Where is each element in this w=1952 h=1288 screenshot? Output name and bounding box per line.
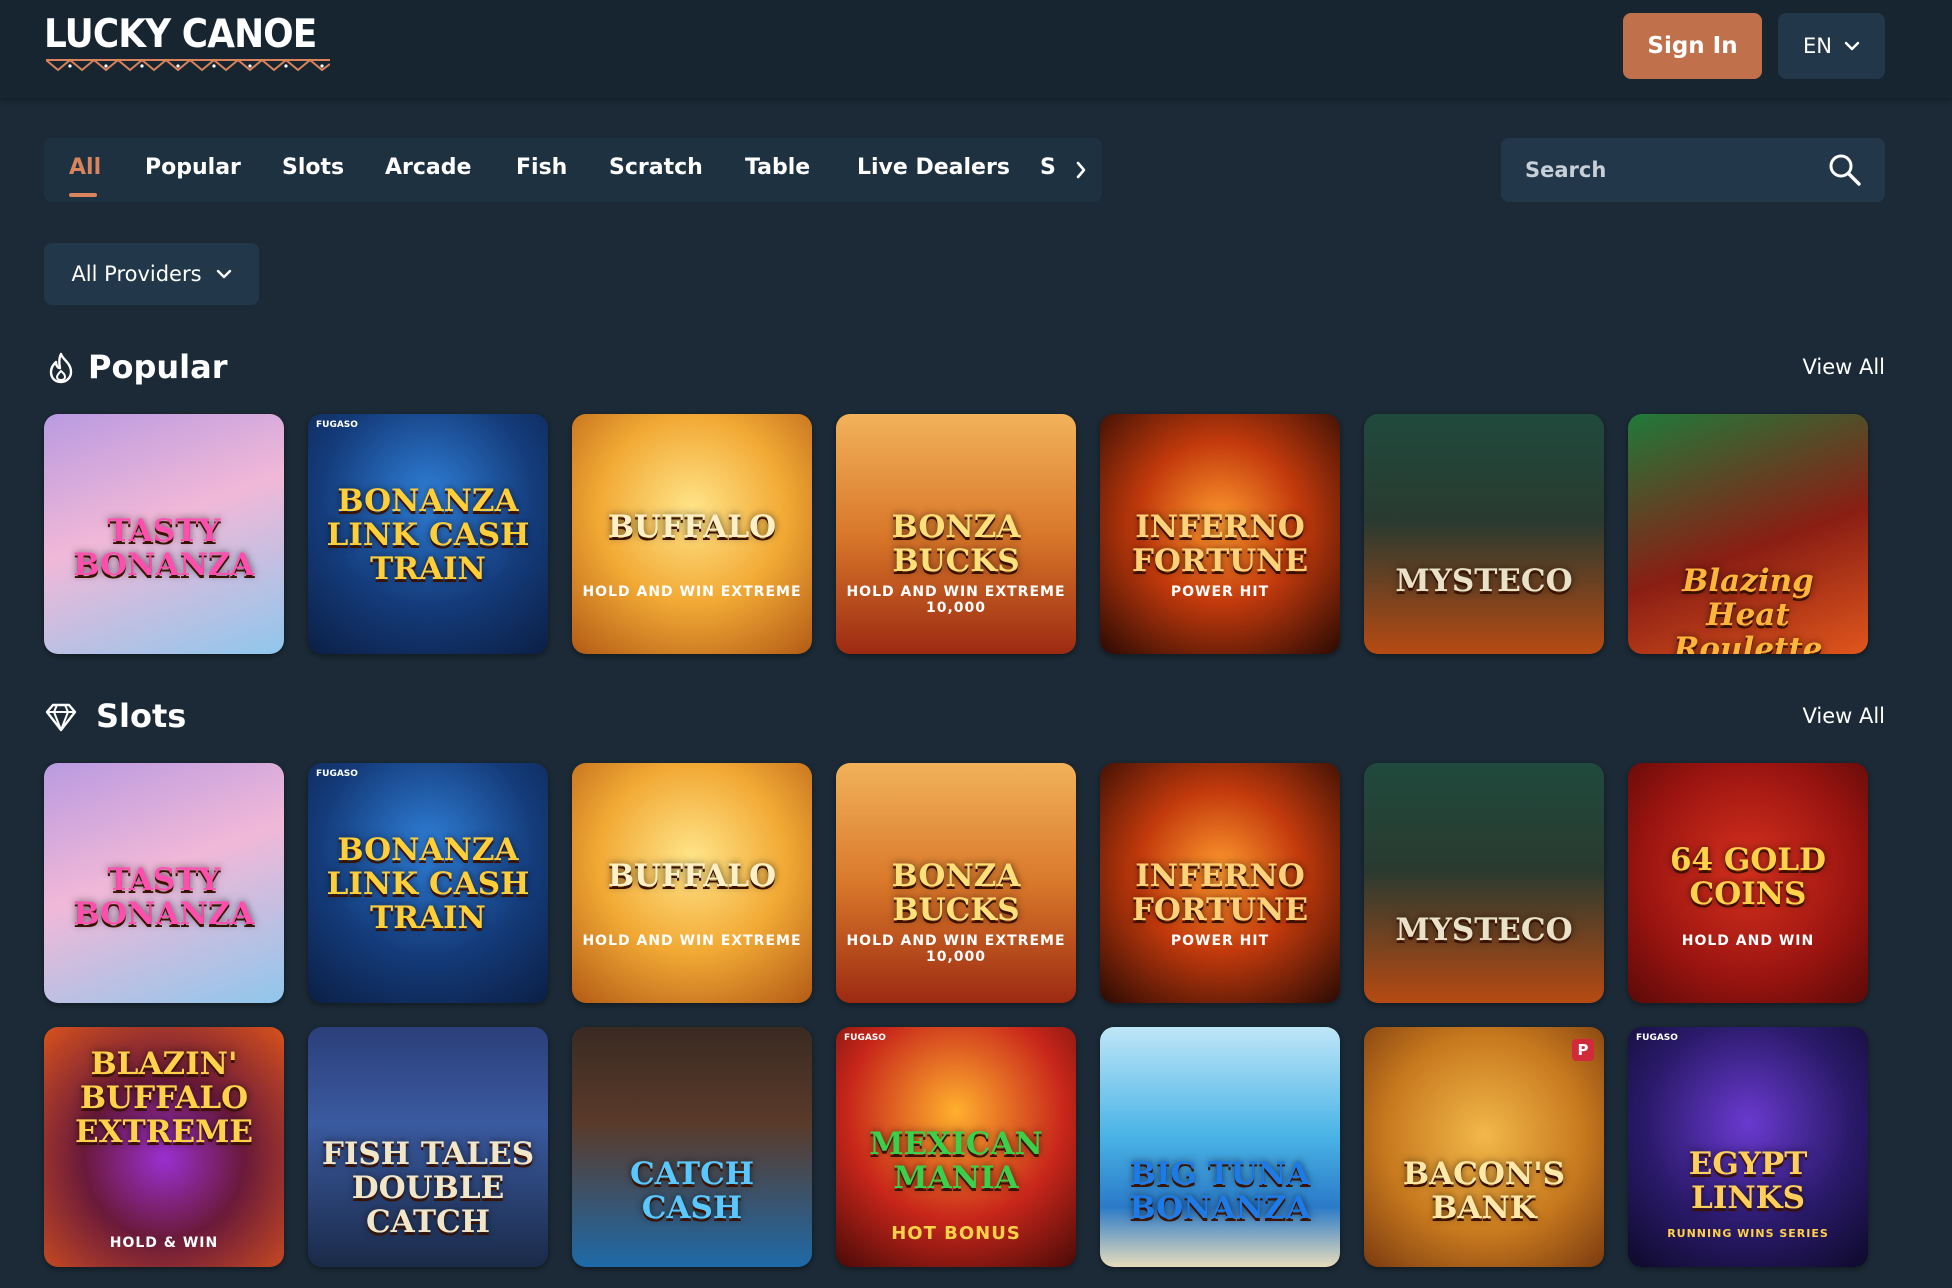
game-subtitle: HOLD AND WIN EXTREME [582,584,802,600]
game-title: FISH TALES DOUBLE CATCH [321,1136,535,1240]
game-tile[interactable]: BONZA BUCKS HOLD AND WIN EXTREME 10,000 [836,414,1076,654]
search-icon[interactable] [1827,152,1863,188]
popular-view-all-link[interactable]: View All [1802,345,1885,389]
game-title: CATCH CASH [629,1156,755,1226]
search-input[interactable] [1501,138,1825,202]
diamond-icon [45,703,77,732]
tab-popular[interactable]: Popular [145,138,241,202]
game-tile[interactable]: INFERNO FORTUNE POWER HIT [1100,763,1340,1003]
game-tile[interactable]: CATCH CASH [572,1027,812,1267]
provider-badge: P [1572,1039,1594,1061]
tab-scratch[interactable]: Scratch [609,138,703,202]
game-tile[interactable]: P BACON'S BANK [1364,1027,1604,1267]
game-title: 64 GOLD COINS [1669,842,1827,912]
game-title: BONZA BUCKS [891,858,1021,928]
provider-mark: FUGASO [316,420,358,430]
game-tile[interactable]: BUFFALO HOLD AND WIN EXTREME [572,414,812,654]
game-tile[interactable]: MYSTECO [1364,763,1604,1003]
game-tile[interactable]: BONZA BUCKS HOLD AND WIN EXTREME 10,000 [836,763,1076,1003]
game-subtitle: HOLD AND WIN [1681,933,1815,949]
chevron-down-icon [1844,41,1860,51]
tab-truncated[interactable]: S [1040,138,1056,202]
game-title: BONANZA LINK CASH TRAIN [326,832,530,936]
game-title: MYSTECO [1395,563,1573,599]
provider-mark: FUGASO [844,1033,886,1043]
chevron-right-icon [1076,161,1086,179]
game-title: INFERNO FORTUNE [1131,858,1309,928]
game-tile[interactable]: FUGASO BONANZA LINK CASH TRAIN [308,763,548,1003]
game-title: BACON'S BANK [1402,1156,1566,1226]
provider-mark: FUGASO [316,769,358,779]
game-subtitle: POWER HIT [1170,584,1270,600]
game-tile[interactable]: FUGASO EGYPT LINKS RUNNING WINS SERIES [1628,1027,1868,1267]
game-tile[interactable]: 64 GOLD COINS HOLD AND WIN [1628,763,1868,1003]
tab-slots[interactable]: Slots [282,138,344,202]
game-subtitle: HOLD & WIN [109,1235,219,1251]
flame-icon [49,352,73,384]
providers-dropdown[interactable]: All Providers [44,243,259,305]
tab-live-dealers[interactable]: Live Dealers [857,138,1010,202]
tab-arcade[interactable]: Arcade [385,138,471,202]
active-tab-indicator [69,193,97,197]
popular-section-header: Popular View All [44,345,1885,389]
game-subtitle: HOLD AND WIN EXTREME [582,933,802,949]
game-subtitle: POWER HIT [1170,933,1270,949]
game-title: INFERNO FORTUNE [1131,509,1309,579]
popular-section-title: Popular [88,348,228,386]
game-tile[interactable]: MYSTECO [1364,414,1604,654]
logo-zigzag-ornament [46,58,330,72]
game-title: TASTY BONANZA [73,862,255,932]
slots-section-title: Slots [96,697,187,735]
game-tile[interactable]: BUFFALO HOLD AND WIN EXTREME [572,763,812,1003]
game-title: BONANZA LINK CASH TRAIN [326,483,530,587]
game-title: TASTY BONANZA [73,513,255,583]
tab-table[interactable]: Table [745,138,810,202]
game-subtitle: RUNNING WINS SERIES [1667,1227,1829,1240]
game-title: BLAZIN' BUFFALO EXTREME [74,1046,254,1150]
top-header: LUCKY CANOE Sign In EN [0,0,1952,98]
game-tile[interactable]: FISH TALES DOUBLE CATCH [308,1027,548,1267]
game-title: BUFFALO [607,858,777,894]
game-subtitle: HOLD AND WIN EXTREME 10,000 [846,933,1066,965]
game-tile[interactable]: BLAZIN' BUFFALO EXTREME HOLD & WIN [44,1027,284,1267]
tab-fish[interactable]: Fish [516,138,567,202]
game-title: Blazing Heat Roulette [1673,563,1823,654]
game-title: EGYPT LINKS [1688,1146,1808,1216]
slots-view-all-link[interactable]: View All [1802,694,1885,738]
game-tile[interactable]: FUGASO MEXICAN MANIA HOT BONUS [836,1027,1076,1267]
lucky-canoe-logo[interactable]: LUCKY CANOE [44,12,334,82]
game-title: MEXICAN MANIA [869,1126,1043,1196]
game-title: MYSTECO [1395,912,1573,948]
logo-text: LUCKY CANOE [44,12,317,57]
sign-in-button[interactable]: Sign In [1623,13,1762,79]
game-tile[interactable]: FUGASO BONANZA LINK CASH TRAIN [308,414,548,654]
slots-section-header: Slots View All [44,694,1885,738]
game-tile[interactable]: INFERNO FORTUNE POWER HIT [1100,414,1340,654]
search-box [1501,138,1885,202]
game-tile[interactable]: BIG TUNA BONANZA [1100,1027,1340,1267]
game-subtitle: HOLD AND WIN EXTREME 10,000 [846,584,1066,616]
providers-label: All Providers [71,262,202,286]
game-title: BONZA BUCKS [891,509,1021,579]
language-label: EN [1803,34,1832,58]
game-tile[interactable]: Blazing Heat Roulette [1628,414,1868,654]
language-selector[interactable]: EN [1778,13,1885,79]
game-tile[interactable]: TASTY BONANZA [44,414,284,654]
tabs-scroll-right-button[interactable] [1060,138,1102,202]
game-subtitle: HOT BONUS [891,1223,1021,1244]
category-tabs: All Popular Slots Arcade Fish Scratch Ta… [44,138,1102,202]
chevron-down-icon [216,269,231,279]
provider-mark: FUGASO [1636,1033,1678,1043]
game-title: BUFFALO [607,509,777,545]
game-title: BIG TUNA BONANZA [1129,1156,1311,1226]
game-tile[interactable]: TASTY BONANZA [44,763,284,1003]
